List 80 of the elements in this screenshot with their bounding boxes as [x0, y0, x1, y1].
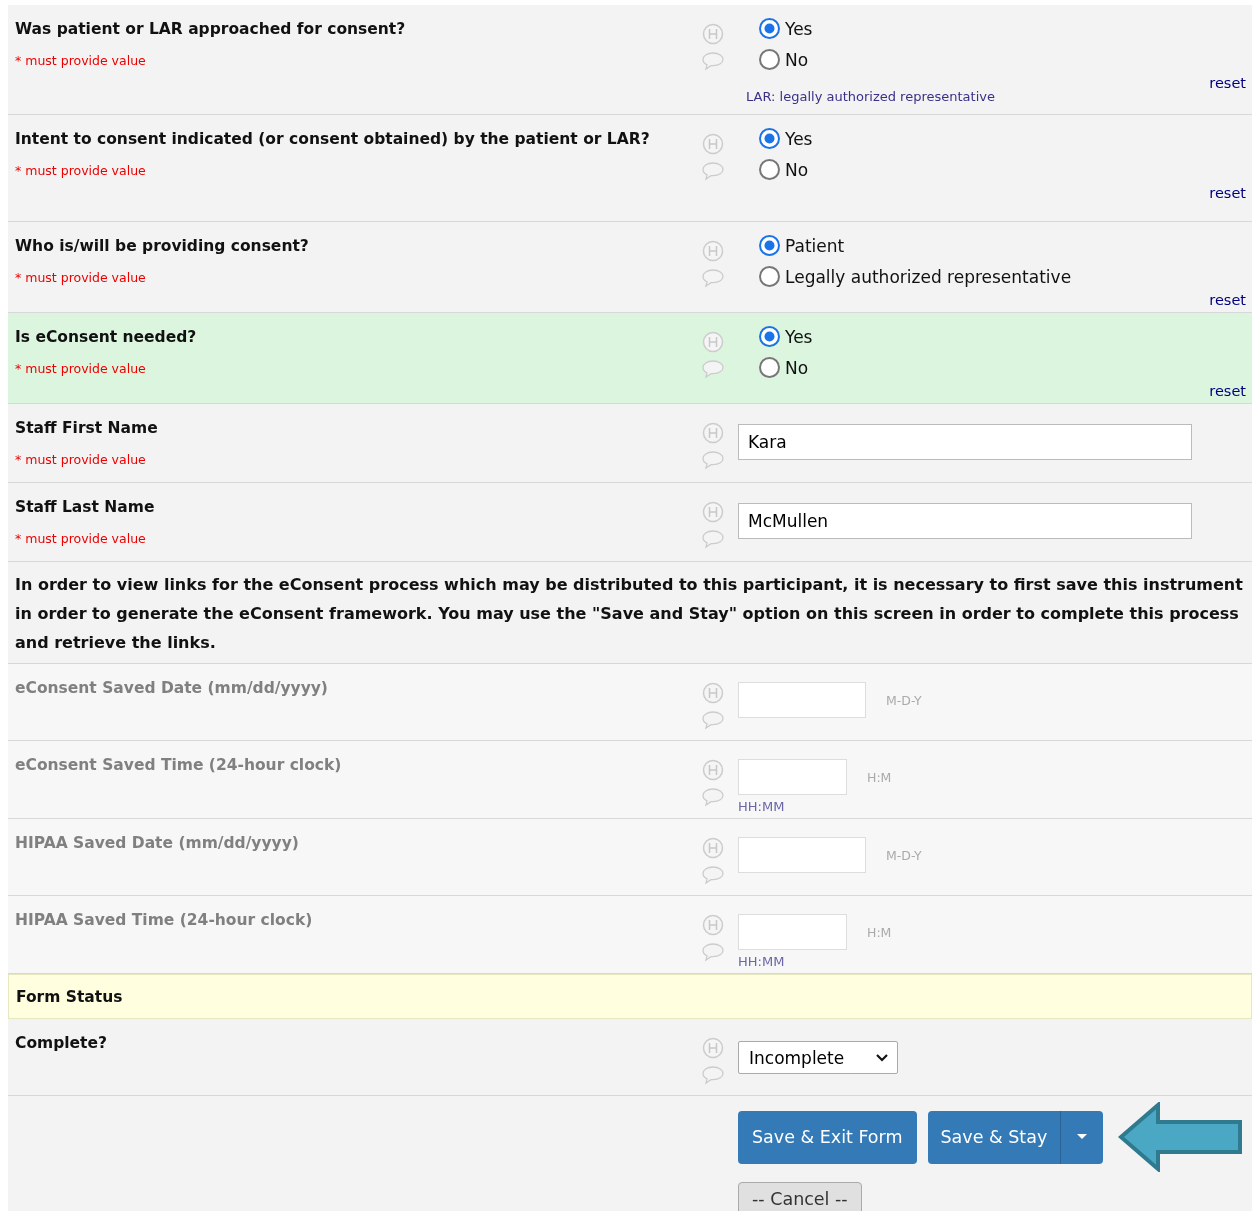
- format-label: H:M: [867, 924, 892, 940]
- comment-icon[interactable]: [701, 529, 725, 549]
- required-note: * must provide value: [15, 53, 147, 68]
- reset-link[interactable]: reset: [1209, 292, 1246, 308]
- cancel-button[interactable]: -- Cancel --: [738, 1182, 862, 1211]
- comment-icon[interactable]: [701, 942, 725, 962]
- radio-button[interactable]: [758, 48, 781, 71]
- time-field[interactable]: [738, 914, 847, 950]
- section-title: Form Status: [15, 986, 123, 1008]
- radio-option[interactable]: Yes: [758, 123, 1246, 154]
- help-icon[interactable]: [702, 133, 724, 155]
- field-label: Who is/will be providing consent?: [15, 236, 310, 257]
- help-icon[interactable]: [702, 501, 724, 523]
- comment-icon[interactable]: [701, 1065, 725, 1085]
- text-field[interactable]: Kara: [738, 424, 1192, 460]
- format-hint: HH:MM: [738, 799, 786, 814]
- help-icon[interactable]: [702, 331, 724, 353]
- format-hint: HH:MM: [738, 954, 786, 969]
- help-icon[interactable]: [702, 759, 724, 781]
- radio-option[interactable]: No: [758, 352, 1246, 383]
- caret-icon: [1077, 1134, 1088, 1140]
- format-label: H:M: [867, 769, 892, 785]
- chevron-down-icon: [875, 1052, 889, 1063]
- field-label: HIPAA Saved Time (24-hour clock): [15, 910, 314, 931]
- radio-option[interactable]: Legally authorized representative: [758, 261, 1246, 292]
- radio-option[interactable]: Yes: [758, 321, 1246, 352]
- field-label: Intent to consent indicated (or consent obtained) by the patient or LAR?: [15, 129, 651, 150]
- date-field[interactable]: [738, 682, 866, 718]
- help-icon[interactable]: [702, 682, 724, 704]
- help-icon[interactable]: [702, 1037, 724, 1059]
- date-field[interactable]: [738, 837, 866, 873]
- reset-link[interactable]: reset: [1209, 185, 1246, 201]
- required-note: * must provide value: [15, 452, 147, 467]
- field-label: eConsent Saved Time (24-hour clock): [15, 755, 343, 776]
- status-dropdown[interactable]: Incomplete: [738, 1041, 898, 1074]
- radio-button[interactable]: [758, 265, 781, 288]
- save-exit-button[interactable]: Save & Exit Form: [738, 1110, 917, 1164]
- radio-button[interactable]: [758, 17, 781, 40]
- info-text: In order to view links for the eConsent process which may be distributed to this participant, it is necessary to first save this instrument in order to generate the eConsent framework. You may use the "Save and Stay" option on this screen in order to complete this process and retrieve the links.: [14, 574, 1244, 654]
- field-label: Is eConsent needed?: [15, 327, 198, 348]
- radio-option[interactable]: No: [758, 44, 1246, 75]
- field-label: Staff Last Name: [15, 497, 156, 518]
- help-icon[interactable]: [702, 914, 724, 936]
- time-field[interactable]: [738, 759, 847, 795]
- required-note: * must provide value: [15, 361, 147, 376]
- help-icon[interactable]: [702, 23, 724, 45]
- format-label: M-D-Y: [886, 847, 922, 863]
- save-stay-button[interactable]: Save & Stay: [927, 1110, 1062, 1164]
- comment-icon[interactable]: [701, 268, 725, 288]
- radio-option[interactable]: Patient: [758, 230, 1246, 261]
- radio-option[interactable]: No: [758, 154, 1246, 185]
- help-icon[interactable]: [702, 422, 724, 444]
- comment-icon[interactable]: [701, 710, 725, 730]
- reset-link[interactable]: reset: [1209, 75, 1246, 91]
- required-note: * must provide value: [15, 270, 147, 285]
- field-label: HIPAA Saved Date (mm/dd/yyyy): [15, 833, 300, 854]
- field-label: Staff First Name: [15, 418, 159, 439]
- comment-icon[interactable]: [701, 359, 725, 379]
- text-field[interactable]: McMullen: [738, 503, 1192, 539]
- radio-button[interactable]: [758, 356, 781, 379]
- field-label: eConsent Saved Date (mm/dd/yyyy): [15, 678, 329, 699]
- format-label: M-D-Y: [886, 692, 922, 708]
- field-label: Complete?: [15, 1033, 108, 1054]
- field-label: Was patient or LAR approached for consent?: [15, 19, 407, 40]
- comment-icon[interactable]: [701, 161, 725, 181]
- required-note: * must provide value: [15, 531, 147, 546]
- help-icon[interactable]: [702, 837, 724, 859]
- radio-button[interactable]: [758, 158, 781, 181]
- help-icon[interactable]: [702, 240, 724, 262]
- radio-button[interactable]: [758, 127, 781, 150]
- comment-icon[interactable]: [701, 787, 725, 807]
- radio-option[interactable]: Yes: [758, 13, 1246, 44]
- comment-icon[interactable]: [701, 51, 725, 71]
- radio-button[interactable]: [758, 234, 781, 257]
- required-note: * must provide value: [15, 163, 147, 178]
- comment-icon[interactable]: [701, 865, 725, 885]
- comment-icon[interactable]: [701, 450, 725, 470]
- reset-link[interactable]: reset: [1209, 383, 1246, 399]
- radio-button[interactable]: [758, 325, 781, 348]
- field-note: LAR: legally authorized representative: [746, 89, 996, 104]
